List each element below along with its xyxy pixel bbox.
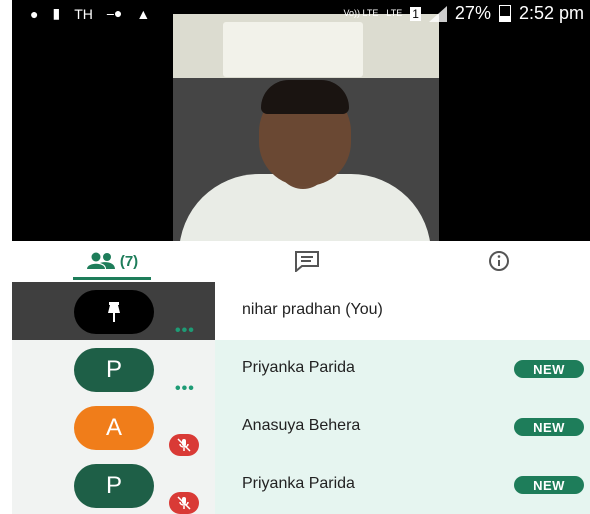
participant-name: nihar pradhan (You) — [242, 301, 383, 318]
lte-label: LTE — [386, 8, 403, 18]
participant-row-side: P ••• — [12, 340, 215, 398]
people-icon — [86, 252, 115, 269]
participant-name: Anasuya Behera — [242, 417, 361, 434]
participant-name: Priyanka Parida — [242, 359, 355, 376]
participant-menu-icon[interactable]: ••• — [175, 380, 195, 398]
key-icon: ⎯● — [106, 5, 123, 21]
tab-chat[interactable] — [207, 241, 407, 281]
participant-row[interactable]: P Priyanka Parida NEW — [12, 456, 590, 514]
avatar: P — [74, 464, 154, 508]
avatar — [74, 290, 154, 334]
sim-slot-label: 1 — [410, 6, 421, 21]
battery-icon — [498, 5, 511, 22]
tab-bar: (7) — [12, 241, 590, 281]
avatar: A — [74, 406, 154, 450]
mic-muted-icon — [169, 434, 199, 456]
volte-label: Vo)) LTE — [343, 8, 379, 18]
notification-icon: ▮ — [52, 5, 61, 21]
participant-video-feed — [173, 14, 439, 241]
clock: 2:52 pm — [518, 3, 584, 23]
avatar: P — [74, 348, 154, 392]
meeting-screen: ● ▮ TH ⎯● ▲ Vo)) LTE LTE 1 27% 2:52 pm (… — [12, 0, 590, 514]
tab-people[interactable]: (7) — [12, 241, 212, 281]
signal-icon — [428, 5, 447, 22]
participant-row[interactable]: A Anasuya Behera NEW — [12, 398, 590, 456]
video-area[interactable]: ● ▮ TH ⎯● ▲ Vo)) LTE LTE 1 27% 2:52 pm — [12, 0, 590, 241]
tab-selected-indicator — [73, 277, 151, 280]
wall-poster — [223, 22, 363, 77]
participant-row-side: P — [12, 456, 215, 514]
participant-row-self[interactable]: ••• nihar pradhan (You) — [12, 282, 590, 340]
info-icon — [488, 251, 509, 271]
participant-count: (7) — [119, 252, 139, 270]
mic-muted-icon — [169, 492, 199, 514]
participant-list: ••• nihar pradhan (You) P ••• Priyanka P… — [12, 282, 590, 514]
tab-info[interactable] — [407, 241, 590, 281]
new-badge: NEW — [514, 476, 584, 494]
participant-row[interactable]: P ••• Priyanka Parida NEW — [12, 340, 590, 398]
carrier-label: TH — [74, 5, 93, 22]
new-badge: NEW — [514, 418, 584, 436]
chat-icon — [295, 251, 319, 272]
participant-row-side: A — [12, 398, 215, 456]
warning-icon: ▲ — [136, 5, 151, 22]
status-bar: ● ▮ TH ⎯● ▲ Vo)) LTE LTE 1 27% 2:52 pm — [12, 0, 590, 28]
participant-menu-icon[interactable]: ••• — [175, 322, 195, 340]
participant-row-side: ••• — [12, 282, 215, 340]
message-notification-icon: ● — [30, 5, 39, 22]
new-badge: NEW — [514, 360, 584, 378]
pin-icon — [108, 302, 120, 322]
battery-percent: 27% — [454, 3, 491, 23]
participant-name: Priyanka Parida — [242, 475, 355, 492]
